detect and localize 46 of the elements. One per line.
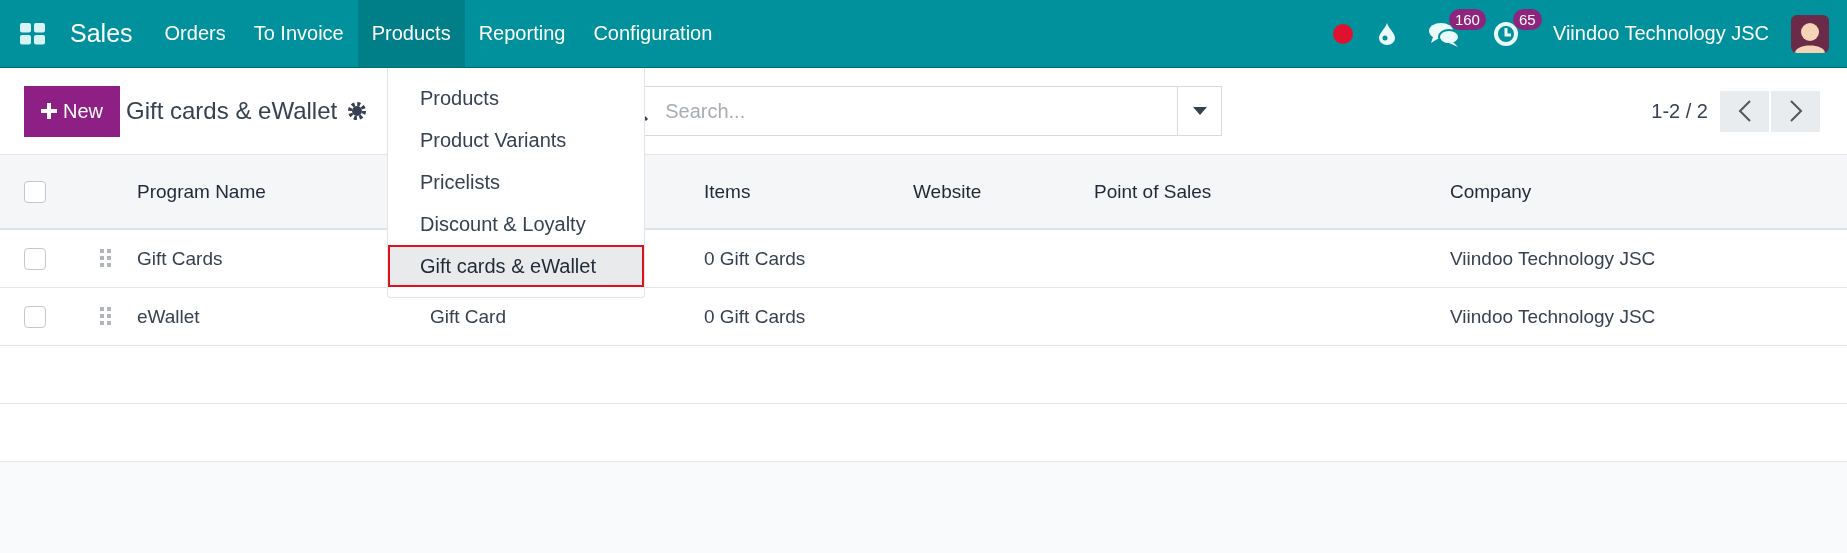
pager-value[interactable]: 1-2 / 2 [1651, 99, 1708, 123]
table-row[interactable]: eWallet Gift Card 0 Gift Cards Viindoo Technology JSC [0, 288, 1847, 346]
menu-item[interactable]: Reporting [464, 0, 580, 67]
column-header[interactable]: Items [704, 180, 751, 203]
plus-icon [41, 103, 57, 119]
app-name[interactable]: Sales [70, 0, 151, 67]
caret-icon [1192, 107, 1207, 115]
menu-item[interactable]: Configuration [579, 0, 727, 67]
menu-item[interactable]: Products [357, 0, 465, 67]
avatar-icon[interactable] [1791, 14, 1829, 53]
previous-button[interactable] [1720, 90, 1769, 132]
new-button[interactable]: New [24, 85, 120, 137]
column-header[interactable]: Point of Sales [1094, 180, 1212, 203]
table-cell: 0 Gift Cards [704, 305, 806, 328]
drag-handle-icon[interactable] [100, 306, 112, 327]
message-count-badge: 160 [1448, 8, 1486, 30]
droplet-icon[interactable] [1378, 22, 1395, 45]
menu-item[interactable]: Orders [150, 0, 240, 67]
column-header[interactable]: Program Name [137, 180, 266, 203]
apps-menu-icon[interactable] [20, 23, 46, 45]
chevron-right-icon [1788, 99, 1803, 123]
clock-icon[interactable] [1492, 20, 1519, 47]
column-header[interactable]: Website [913, 180, 982, 203]
table-cell: Gift Card [430, 305, 507, 328]
row-checkbox[interactable] [24, 247, 46, 270]
next-button[interactable] [1771, 90, 1820, 132]
dropdown-item[interactable]: Gift cards & eWallet [388, 245, 644, 287]
row-checkbox[interactable] [24, 305, 46, 328]
table-cell: 0 Gift Cards [704, 247, 806, 270]
chevron-left-icon [1737, 99, 1752, 123]
table-cell: Gift Cards [137, 247, 223, 270]
dropdown-item[interactable]: Products [388, 77, 644, 119]
column-header[interactable]: Company [1450, 180, 1532, 203]
gear-icon[interactable] [347, 101, 368, 121]
drag-handle-icon[interactable] [100, 248, 112, 269]
dropdown-item[interactable]: Pricelists [388, 161, 644, 203]
record-dot-icon[interactable] [1332, 23, 1353, 44]
select-all-checkbox[interactable] [24, 180, 46, 203]
dropdown-item[interactable]: Product Variants [388, 119, 644, 161]
company-name[interactable]: Viindoo Technology JSC [1552, 22, 1769, 45]
page-title: Gift cards & eWallet [126, 97, 338, 125]
menu-item[interactable]: To Invoice [239, 0, 358, 67]
table-cell: Viindoo Technology JSC [1450, 247, 1656, 270]
activity-count-badge: 65 [1512, 8, 1542, 30]
table-cell: Viindoo Technology JSC [1450, 305, 1656, 328]
table-cell: eWallet [137, 305, 200, 328]
